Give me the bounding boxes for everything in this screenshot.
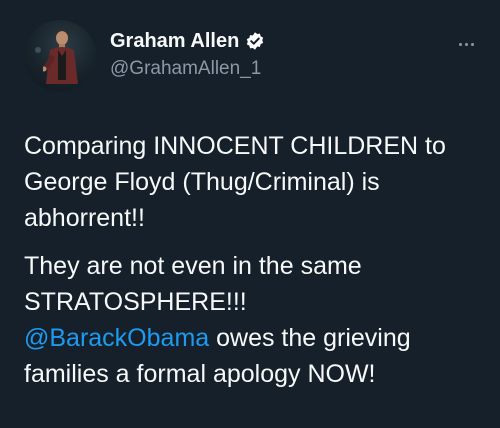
mention-link[interactable]: @BarackObama	[24, 324, 209, 352]
tweet-paragraph-2: They are not even in the same STRATOSPHE…	[24, 248, 484, 392]
author-display-name[interactable]: Graham Allen	[110, 30, 239, 53]
avatar-photo-icon	[35, 30, 78, 84]
more-options-button[interactable]	[452, 34, 480, 54]
tweet-paragraph-2-line: They are not even in the same STRATOSPHE…	[24, 252, 362, 316]
display-name-row: Graham Allen	[110, 28, 265, 54]
tweet-text: Comparing INNOCENT CHILDREN to George Fl…	[24, 128, 484, 392]
ellipsis-icon	[470, 42, 474, 46]
author-names: Graham Allen @GrahamAllen_1	[110, 28, 265, 80]
ellipsis-icon	[458, 42, 462, 46]
author-avatar[interactable]	[24, 20, 96, 92]
tweet-card: Graham Allen @GrahamAllen_1 Comparing IN…	[0, 0, 500, 428]
ellipsis-icon	[464, 42, 468, 46]
author-handle[interactable]: @GrahamAllen_1	[110, 58, 265, 80]
tweet-header: Graham Allen @GrahamAllen_1	[24, 20, 480, 92]
tweet-paragraph-1: Comparing INNOCENT CHILDREN to George Fl…	[24, 132, 446, 232]
verified-badge-icon	[245, 31, 265, 51]
